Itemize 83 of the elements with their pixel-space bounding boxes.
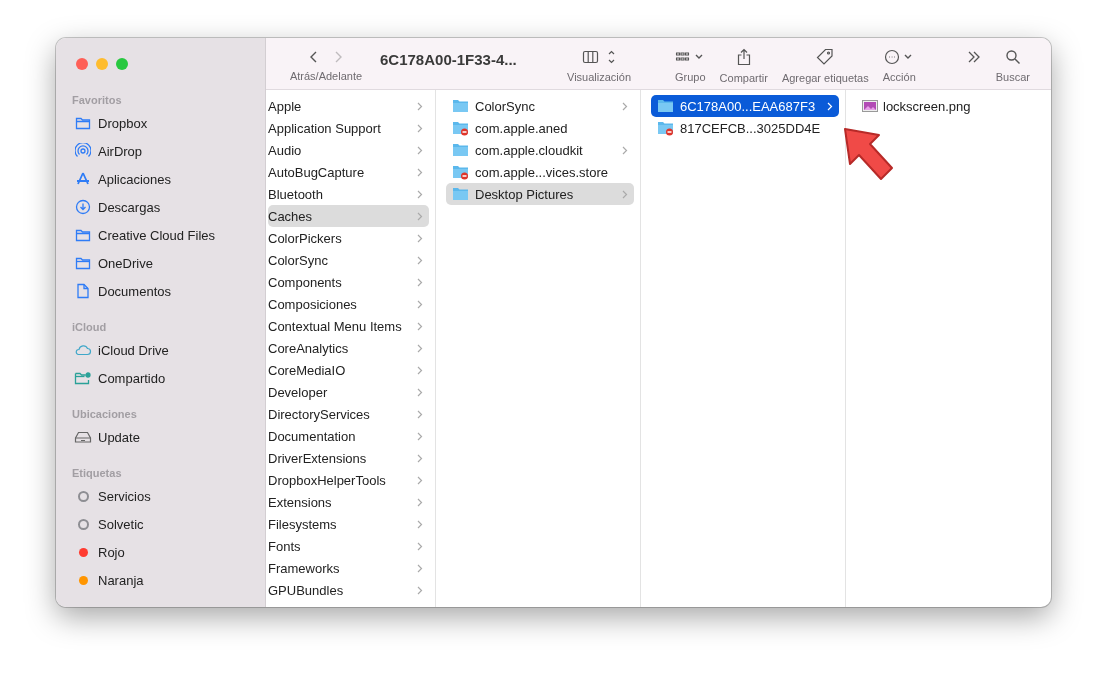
- column-item[interactable]: Bluetooth: [268, 183, 429, 205]
- column-item[interactable]: Application Support: [268, 117, 429, 139]
- column-item[interactable]: 817CEFCB...3025DD4E: [651, 117, 839, 139]
- arrow-icon: [842, 126, 896, 182]
- sidebar-item[interactable]: Update: [56, 423, 265, 451]
- column-item[interactable]: ColorPickers: [268, 227, 429, 249]
- action-button[interactable]: Acción: [875, 38, 923, 89]
- column-item[interactable]: Extensions: [268, 491, 429, 513]
- folder-icon: [75, 116, 91, 130]
- download-icon: [75, 199, 91, 215]
- document-icon: [76, 283, 90, 299]
- folder-icon: [657, 98, 675, 114]
- column-item[interactable]: AutoBugCapture: [268, 161, 429, 183]
- column-item[interactable]: ColorSync: [268, 249, 429, 271]
- folder-icon: [452, 186, 470, 202]
- column-item[interactable]: com.apple.aned: [446, 117, 634, 139]
- column-item[interactable]: Filesystems: [268, 513, 429, 535]
- sidebar-item[interactable]: Naranja: [56, 566, 265, 594]
- apps-icon: [75, 171, 91, 187]
- sidebar-item[interactable]: Compartido: [56, 364, 265, 392]
- view-button[interactable]: Visualización: [560, 38, 638, 89]
- restricted-folder-icon: [452, 120, 470, 136]
- sidebar-item[interactable]: Descargas: [56, 193, 265, 221]
- column-item[interactable]: Caches: [268, 205, 429, 227]
- sidebar-heading: Ubicaciones: [71, 407, 138, 422]
- folder-icon: [452, 142, 470, 158]
- column-item[interactable]: GPUBundles: [268, 579, 429, 601]
- column-item[interactable]: Components: [268, 271, 429, 293]
- window-title: 6C178A00-1F33-4...: [379, 50, 518, 70]
- shared-folder-icon: [74, 371, 92, 385]
- column-item[interactable]: Developer: [268, 381, 429, 403]
- column-item[interactable]: ColorSync: [446, 95, 634, 117]
- column-item[interactable]: Documentation: [268, 425, 429, 447]
- restricted-folder-icon: [452, 164, 470, 180]
- sidebar-item[interactable]: Documentos: [56, 277, 265, 305]
- column-item[interactable]: Frameworks: [268, 557, 429, 579]
- minimize-button[interactable]: [96, 58, 108, 70]
- column-item[interactable]: DropboxHelperTools: [268, 469, 429, 491]
- sidebar-item[interactable]: Rojo: [56, 538, 265, 566]
- column-item[interactable]: Audio: [268, 139, 429, 161]
- sidebar-item[interactable]: iCloud Drive: [56, 336, 265, 364]
- column-item[interactable]: Desktop Pictures: [446, 183, 634, 205]
- sidebar-item[interactable]: AirDrop: [56, 137, 265, 165]
- column-item[interactable]: com.apple.cloudkit: [446, 139, 634, 161]
- sidebar-item[interactable]: OneDrive: [56, 249, 265, 277]
- folder-icon: [75, 228, 91, 242]
- sidebar-item[interactable]: Dropbox: [56, 109, 265, 137]
- share-button[interactable]: Compartir: [712, 38, 775, 89]
- column-item[interactable]: DriverExtensions: [268, 447, 429, 469]
- column-item[interactable]: Composiciones: [268, 293, 429, 315]
- folder-icon: [452, 98, 470, 114]
- sidebar-item[interactable]: Creative Cloud Files: [56, 221, 265, 249]
- folder-icon: [75, 256, 91, 270]
- sidebar-heading: Favoritos: [71, 93, 123, 108]
- search-icon: [1004, 48, 1021, 65]
- sidebar-item[interactable]: Solvetic: [56, 510, 265, 538]
- toolbar-label: Atrás/Adelante: [289, 69, 363, 82]
- column-item[interactable]: lockscreen.png: [856, 95, 1045, 117]
- sidebar-item[interactable]: Aplicaciones: [56, 165, 265, 193]
- search-button[interactable]: Buscar: [988, 38, 1037, 89]
- share-icon: [736, 47, 751, 66]
- column-item[interactable]: CoreAnalytics: [268, 337, 429, 359]
- tag-icon: [816, 47, 835, 66]
- column-item[interactable]: Fonts: [268, 535, 429, 557]
- sidebar-item[interactable]: Servicios: [56, 482, 265, 510]
- column-item[interactable]: CoreMediaIO: [268, 359, 429, 381]
- airdrop-icon: [75, 143, 91, 159]
- back-button[interactable]: [309, 49, 319, 64]
- cloud-icon: [74, 343, 92, 357]
- restricted-folder-icon: [657, 120, 675, 136]
- sidebar-heading: iCloud: [71, 320, 108, 335]
- close-button[interactable]: [76, 58, 88, 70]
- column-item[interactable]: DirectoryServices: [268, 403, 429, 425]
- sidebar-heading: Etiquetas: [71, 466, 123, 481]
- group-button[interactable]: Grupo: [668, 38, 713, 89]
- column-item[interactable]: 6C178A00...EAA687F3: [651, 95, 839, 117]
- column-item[interactable]: com.apple...vices.store: [446, 161, 634, 183]
- column-item[interactable]: Contextual Menu Items: [268, 315, 429, 337]
- column-item[interactable]: Apple: [268, 95, 429, 117]
- tag-button[interactable]: Agregar etiquetas: [774, 38, 876, 89]
- zoom-button[interactable]: [116, 58, 128, 70]
- columns-view-icon: [582, 48, 616, 65]
- image-file-icon: [862, 100, 878, 112]
